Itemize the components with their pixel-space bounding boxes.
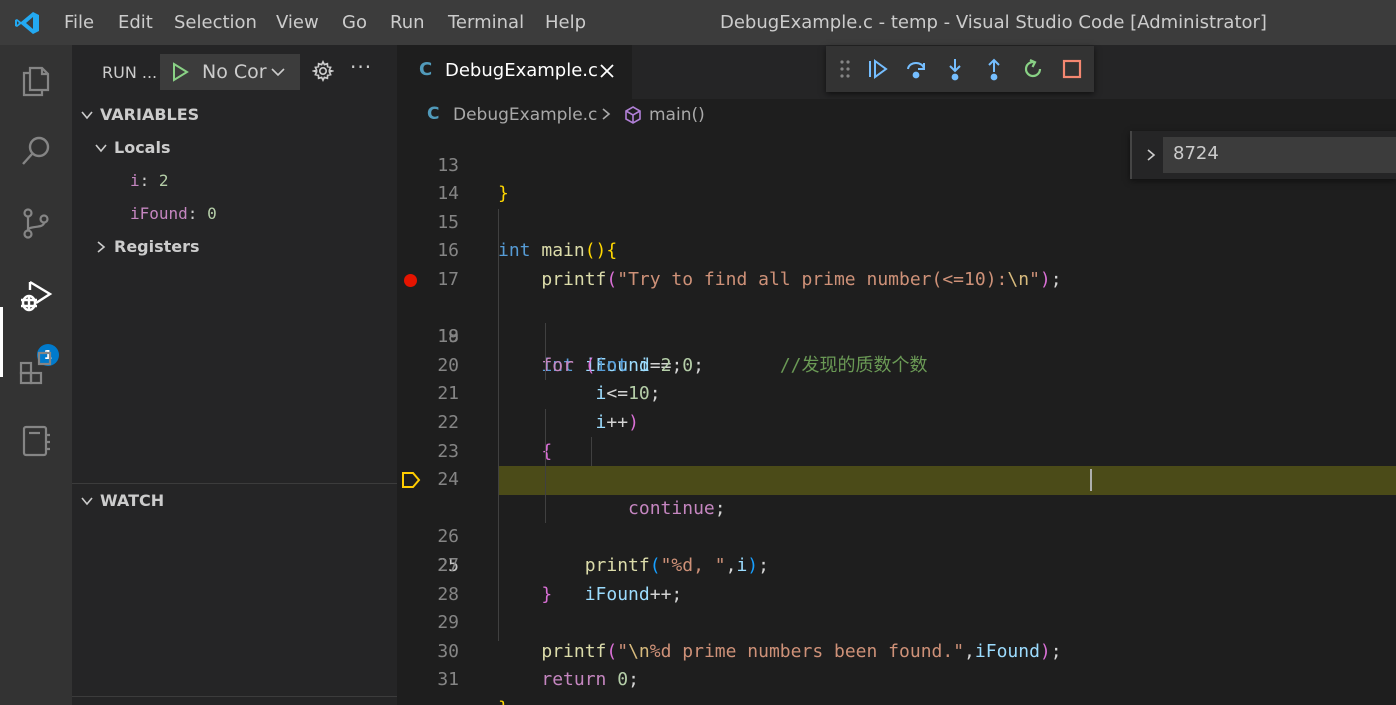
code-line[interactable]: 15 int main(){ [397,180,1396,262]
menu-edit[interactable]: Edit [118,11,153,35]
menu-go[interactable]: Go [342,11,367,35]
variable-row[interactable]: iFound: 0 [130,204,217,223]
chevron-right-icon [97,240,106,253]
current-execution-line[interactable]: 25 iFound++; [397,466,1396,605]
tab-label: DebugExample.c [445,60,598,81]
registers-scope[interactable]: Registers [94,237,200,256]
gear-icon[interactable] [312,60,334,82]
notebook-icon[interactable] [18,423,54,459]
code-line[interactable]: 29 printf("\n%d prime numbers been found… [397,581,1396,662]
indent-guide [591,437,592,466]
watch-section-header[interactable]: WATCH [80,491,164,510]
code-line[interactable]: 23 if (!isPrime(i)) [397,409,1396,491]
menu-file[interactable]: File [64,11,94,35]
explorer-icon[interactable] [18,62,54,98]
variable-value: 0 [207,204,217,223]
continue-icon[interactable] [866,57,890,81]
step-over-icon[interactable] [904,57,928,81]
run-debug-icon[interactable] [18,278,54,314]
run-view-title: RUN ... [102,63,158,82]
code-line[interactable]: 28 [397,552,1396,605]
code-line[interactable]: 24 continue; [397,438,1396,519]
menu-terminal[interactable]: Terminal [448,11,524,35]
variable-name: iFound [130,204,188,223]
chevron-down-icon [271,68,285,77]
code-line[interactable]: 16 printf("Try to find all prime number(… [397,209,1396,290]
menu-run[interactable]: Run [390,11,425,35]
code-text: return 0; [541,669,639,691]
code-line[interactable]: 22 { [397,380,1396,462]
c-file-icon: C [419,59,433,80]
variable-value: 2 [158,171,169,190]
section-divider [72,696,397,697]
menu-selection[interactable]: Selection [174,11,257,35]
chevron-down-icon [95,143,107,152]
chevron-down-icon [81,110,93,119]
debug-sidebar: RUN ... No Cor ··· VARIABLES Locals i: 2… [72,45,397,705]
breadcrumb: C DebugExample.c main() [397,99,1396,131]
indent-guide [545,409,546,523]
variable-row[interactable]: i: 2 [130,171,169,190]
vscode-logo-icon [15,12,39,34]
code-line[interactable]: 31 } [397,638,1396,705]
debug-toolbar [826,46,1094,92]
locals-label: Locals [114,138,171,157]
code-line[interactable]: 20 i<=10; [397,323,1396,405]
code-line[interactable]: 21 i++) [397,352,1396,433]
code-line[interactable]: 17 [397,237,1396,290]
start-debugging-icon[interactable] [170,62,190,82]
chevron-right-icon[interactable] [1144,148,1158,162]
breadcrumb-file[interactable]: DebugExample.c [453,105,597,125]
restart-icon[interactable] [1021,57,1045,81]
breadcrumb-symbol[interactable]: main() [649,105,705,125]
variable-name: i [130,171,140,190]
close-icon[interactable] [598,62,616,80]
section-divider [72,483,397,484]
text-cursor [1090,469,1092,492]
search-icon[interactable] [18,133,54,169]
menu-help[interactable]: Help [545,11,586,35]
active-view-indicator [0,307,3,377]
activity-bar: 1 [0,45,72,705]
indent-guide [545,323,546,380]
breakpoint-icon[interactable] [404,274,417,287]
debug-current-line-arrow-icon [402,472,421,489]
registers-label: Registers [114,237,200,256]
current-line-highlight [498,466,1396,495]
code-line[interactable]: 26 printf("%d, ",i); [397,495,1396,576]
variables-title: VARIABLES [100,105,200,124]
launch-config-label: No Cor [202,61,267,83]
more-actions-icon[interactable]: ··· [350,57,372,77]
code-editor[interactable]: 13 } 14 15 int main(){ 16 printf("Try to… [397,131,1396,705]
tab-debugexample-c[interactable]: C DebugExample.c [397,45,632,99]
step-out-icon[interactable] [982,57,1006,81]
chevron-right-icon [602,108,611,120]
stop-icon[interactable] [1060,57,1084,81]
code-line[interactable]: 18 int iFound = 0; //发现的质数个数 [397,266,1396,376]
indent-guide [498,209,499,641]
line-number: 31 [437,669,459,691]
extensions-icon[interactable] [18,350,54,386]
chevron-down-icon [81,496,93,505]
menu-view[interactable]: View [276,11,319,35]
code-line[interactable]: 30 return 0; [397,609,1396,691]
watch-title: WATCH [100,491,165,510]
step-into-icon[interactable] [943,57,967,81]
code-line[interactable]: 19 for (int i=2; [397,295,1396,376]
variables-section-header[interactable]: VARIABLES [80,105,199,124]
source-control-icon[interactable] [18,205,54,241]
title-bar: File Edit Selection View Go Run Terminal… [0,0,1396,45]
c-file-icon: C [427,104,440,124]
drag-handle-icon[interactable] [840,60,850,78]
code-text: } [498,695,509,705]
code-line[interactable]: 27 } [397,523,1396,605]
window-title: DebugExample.c - temp - Visual Studio Co… [720,12,1267,33]
method-cube-icon [625,106,641,124]
hover-value-field[interactable]: 8724 [1163,137,1396,173]
locals-scope[interactable]: Locals [94,138,170,157]
launch-config-dropdown[interactable]: No Cor [160,54,300,90]
debug-hover-widget: 8724 [1130,131,1396,179]
